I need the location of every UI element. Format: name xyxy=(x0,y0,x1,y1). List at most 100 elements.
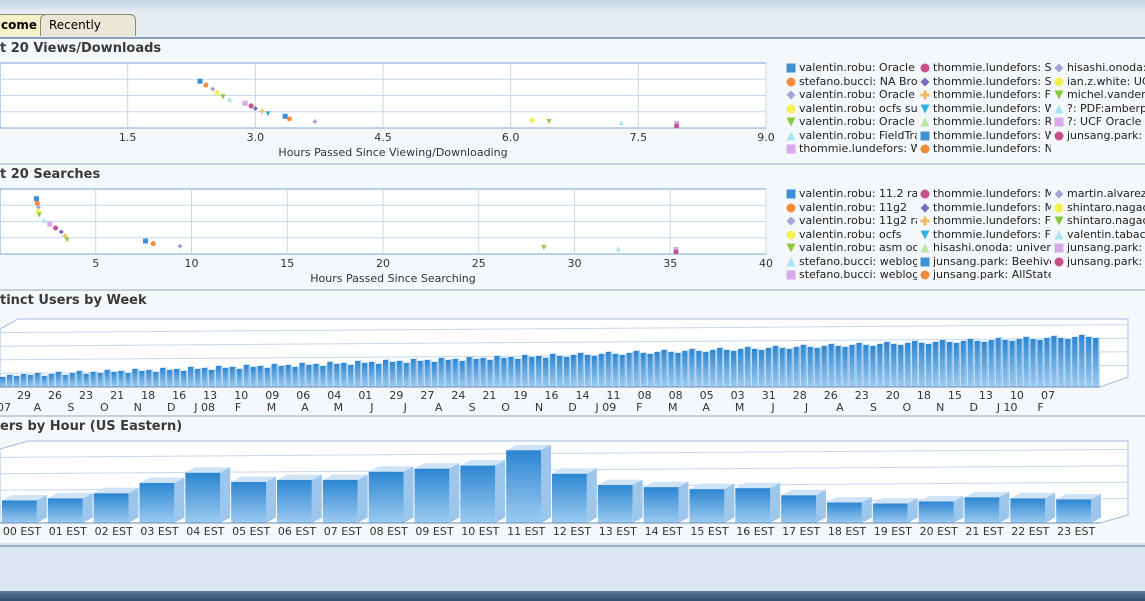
week-bar xyxy=(355,360,362,387)
tab-recently-added[interactable]: Recently Added xyxy=(40,14,136,53)
bar-side xyxy=(297,366,299,387)
bar-front xyxy=(1079,335,1085,387)
x-tick-label: M xyxy=(668,401,678,414)
legend-label: valentin.robu: 11g2 xyxy=(799,200,908,214)
hour-bar xyxy=(2,494,47,523)
bar-side xyxy=(617,353,620,387)
bar-front xyxy=(201,368,207,387)
week-bar xyxy=(167,369,174,387)
bar-side xyxy=(158,371,160,387)
x-tick-label: N xyxy=(535,401,543,414)
bar-side xyxy=(269,367,272,387)
legend-marker xyxy=(1054,90,1064,100)
x-tick-label: 15 EST xyxy=(690,525,728,538)
bar-front xyxy=(605,352,611,387)
bar-front xyxy=(619,355,625,387)
bar-side xyxy=(290,364,292,387)
x-tick-label: A xyxy=(301,401,309,414)
bar-side xyxy=(763,349,766,387)
bar-side xyxy=(993,339,996,387)
week-bar xyxy=(236,368,244,387)
x-tick-label: 13 xyxy=(979,389,993,402)
bar-front xyxy=(515,359,521,387)
bar-side xyxy=(394,361,397,387)
bar-front xyxy=(355,361,361,387)
legend-marker xyxy=(920,203,930,212)
bar-front xyxy=(1086,337,1092,387)
week-bar xyxy=(0,376,7,387)
bar-front xyxy=(584,355,590,387)
week-bar xyxy=(612,353,620,387)
bar-front xyxy=(821,346,827,387)
hour-bar xyxy=(1010,492,1056,523)
bar-front xyxy=(264,368,270,387)
week-bar xyxy=(717,347,724,387)
bar-front xyxy=(271,364,277,387)
bar-front xyxy=(348,365,354,387)
bar-front xyxy=(828,344,834,387)
bar-front xyxy=(689,489,725,523)
x-tick-label: 18 xyxy=(917,389,931,402)
bar-front xyxy=(2,500,37,523)
bar-side xyxy=(541,444,551,523)
bar-side xyxy=(708,351,710,387)
week-bar xyxy=(424,359,432,387)
bar-front xyxy=(849,345,855,387)
week-bar xyxy=(1072,336,1079,387)
bar-side xyxy=(1049,337,1051,387)
week-bar xyxy=(605,351,613,387)
hour-bar xyxy=(827,497,872,523)
weekly-bar-chart: 29 26 23 21 18 16 13 10 09 06 04 01 29 27 24 21 19 16 14 11… xyxy=(0,318,1129,414)
bar-front xyxy=(814,348,820,387)
legend-marker-icon xyxy=(786,243,796,253)
week-bar xyxy=(250,366,258,387)
bar-side xyxy=(241,368,244,387)
bar-front xyxy=(974,341,980,387)
legend-label: thommie.lundefors: Mi... xyxy=(933,187,1051,200)
legend-marker xyxy=(1054,63,1064,73)
week-bar xyxy=(1023,336,1030,387)
legend-marker-icon xyxy=(786,144,796,154)
hour-bar xyxy=(47,492,93,523)
x-tick-label: 03 EST xyxy=(140,525,178,538)
bar-side xyxy=(645,352,648,387)
bar-front xyxy=(793,347,799,387)
bar-side xyxy=(325,365,327,387)
bar-front xyxy=(299,363,305,387)
bar-front xyxy=(953,343,959,387)
bar-front xyxy=(772,346,778,387)
week-bar xyxy=(257,365,265,387)
hour-bar xyxy=(643,481,689,523)
x-tick-label: 16 xyxy=(545,389,559,402)
week-bar xyxy=(445,359,453,387)
bar-front xyxy=(1072,337,1078,387)
legend-marker xyxy=(920,144,930,154)
bar-front xyxy=(598,354,604,387)
week-bar xyxy=(111,371,118,387)
bar-side xyxy=(248,364,251,387)
week-bar xyxy=(438,357,446,387)
x-tick-label: 09 EST xyxy=(415,525,453,538)
week-bar xyxy=(146,369,153,387)
week-bar xyxy=(905,342,912,387)
bar-front xyxy=(536,356,542,387)
bar-front xyxy=(932,342,938,387)
bar-front xyxy=(368,471,404,523)
bar-side xyxy=(67,374,70,387)
bar-front xyxy=(988,340,994,387)
week-bar xyxy=(703,351,710,387)
bar-front xyxy=(1051,336,1057,387)
bar-side xyxy=(199,368,202,387)
bar-side xyxy=(429,359,432,387)
legend-marker xyxy=(920,243,930,253)
week-bar xyxy=(556,355,564,387)
week-bar xyxy=(459,360,467,387)
bar-front xyxy=(487,360,493,387)
bar-side xyxy=(805,344,808,387)
bar-front xyxy=(460,465,496,523)
bar-side xyxy=(172,369,174,387)
week-bar xyxy=(334,363,341,387)
bar-side xyxy=(701,350,703,387)
bar-front xyxy=(417,361,423,387)
week-bar xyxy=(835,345,842,387)
